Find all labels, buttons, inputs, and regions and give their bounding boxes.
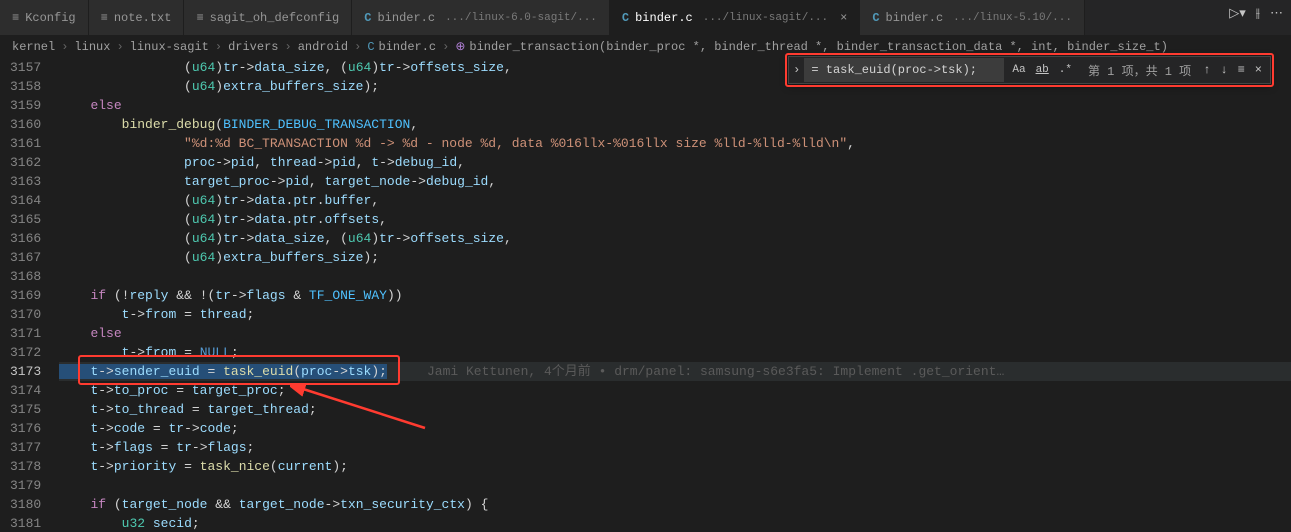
tab-path: .../linux-5.10/... — [953, 12, 1072, 24]
breadcrumb-part[interactable]: drivers — [228, 40, 278, 54]
tab-defconfig[interactable]: ≡ sagit_oh_defconfig — [184, 0, 352, 35]
tab-note[interactable]: ≡ note.txt — [89, 0, 185, 35]
match-word-toggle[interactable]: ab — [1032, 62, 1053, 78]
breadcrumb: kernel› linux› linux-sagit› drivers› and… — [0, 35, 1291, 58]
tab-label: binder.c — [886, 11, 944, 25]
find-close-icon[interactable]: × — [1251, 61, 1266, 79]
line-numbers: 3157315831593160316131623163316431653166… — [0, 58, 59, 532]
tab-binder-6.0[interactable]: Cbinder.c .../linux-6.0-sagit/... — [352, 0, 610, 35]
breadcrumb-function[interactable]: binder_transaction(binder_proc *, binder… — [469, 40, 1168, 54]
breadcrumb-file[interactable]: binder.c — [379, 40, 437, 54]
tab-label: note.txt — [114, 11, 172, 25]
tab-label: sagit_oh_defconfig — [210, 11, 340, 25]
tab-label: Kconfig — [25, 11, 75, 25]
breadcrumb-part[interactable]: linux-sagit — [130, 40, 209, 54]
function-icon: ⊕ — [455, 39, 465, 54]
tab-label: binder.c — [635, 11, 693, 25]
breadcrumb-part[interactable]: android — [298, 40, 348, 54]
match-case-toggle[interactable]: Aa — [1008, 62, 1029, 78]
tab-binder-sagit[interactable]: Cbinder.c .../linux-sagit/... × — [610, 0, 860, 35]
code-content[interactable]: (u64)tr->data_size, (u64)tr->offsets_siz… — [59, 58, 1291, 532]
find-widget: › Aa ab .* 第 1 项，共 1 项 ↑ ↓ ≡ × — [788, 56, 1271, 84]
find-next-icon[interactable]: ↓ — [1216, 61, 1231, 79]
git-blame: Jami Kettunen, 4个月前 • drm/panel: samsung… — [427, 364, 1004, 379]
tab-path: .../linux-sagit/... — [703, 12, 828, 24]
split-icon[interactable]: ⫲ — [1256, 6, 1260, 21]
find-status: 第 1 项，共 1 项 — [1080, 62, 1199, 79]
tab-kconfig[interactable]: ≡ Kconfig — [0, 0, 89, 35]
tab-path: .../linux-6.0-sagit/... — [445, 12, 597, 24]
tabs-bar: ≡ Kconfig ≡ note.txt ≡ sagit_oh_defconfig C… — [0, 0, 1291, 35]
breadcrumb-part[interactable]: kernel — [12, 40, 55, 54]
find-expand-icon[interactable]: › — [789, 57, 804, 83]
text-file-icon: ≡ — [196, 11, 203, 25]
more-icon[interactable]: ⋯ — [1270, 6, 1283, 21]
regex-toggle[interactable]: .* — [1055, 62, 1076, 78]
search-input[interactable] — [804, 58, 1004, 82]
close-icon[interactable]: × — [840, 11, 847, 25]
c-file-icon: C — [622, 11, 629, 25]
tab-label: binder.c — [377, 11, 435, 25]
editor-toolbar: ▷▾ ⫲ ⋯ — [1229, 6, 1283, 21]
code-editor[interactable]: 3157315831593160316131623163316431653166… — [0, 58, 1291, 532]
c-file-icon: C — [364, 11, 371, 25]
c-file-icon: C — [367, 40, 374, 54]
text-file-icon: ≡ — [12, 11, 19, 25]
tab-binder-5.10[interactable]: Cbinder.c .../linux-5.10/... — [860, 0, 1085, 35]
find-prev-icon[interactable]: ↑ — [1199, 61, 1214, 79]
c-file-icon: C — [872, 11, 879, 25]
find-in-selection-icon[interactable]: ≡ — [1234, 61, 1249, 79]
text-file-icon: ≡ — [101, 11, 108, 25]
run-icon[interactable]: ▷▾ — [1229, 6, 1246, 21]
breadcrumb-part[interactable]: linux — [74, 40, 110, 54]
